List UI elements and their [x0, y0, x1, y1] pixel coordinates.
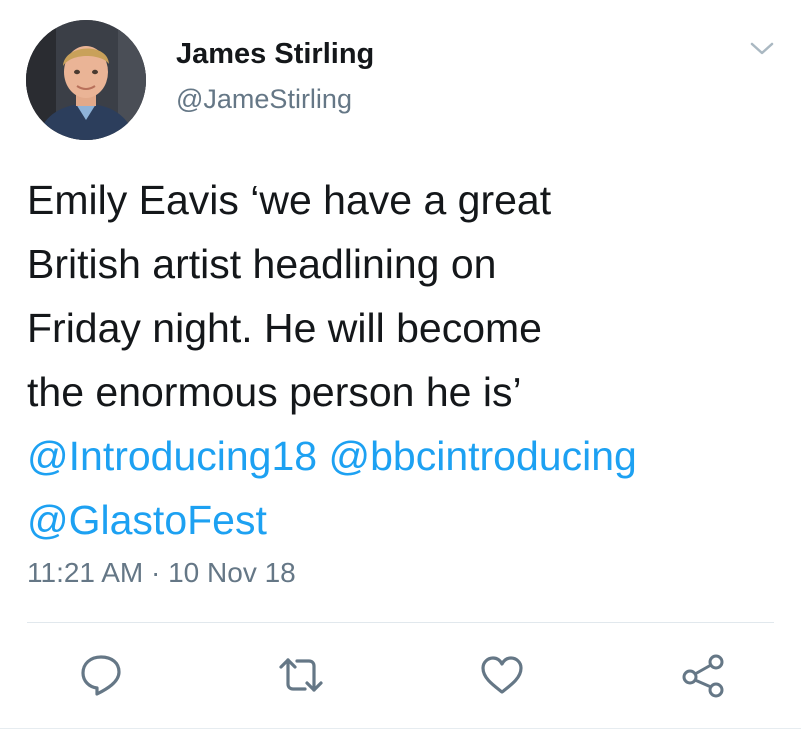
share-icon — [682, 654, 724, 698]
tweet-mentions-line: @Introducing18 @bbcintroducing — [27, 424, 777, 488]
tweet-timestamp[interactable]: 11:21 AM · 10 Nov 18 — [27, 557, 296, 589]
divider — [0, 728, 801, 729]
display-name[interactable]: James Stirling — [176, 38, 374, 71]
reply-button[interactable] — [77, 651, 125, 699]
tweet-text: Emily Eavis ‘we have a great British art… — [27, 168, 777, 552]
retweet-button[interactable] — [277, 651, 325, 699]
share-button[interactable] — [679, 651, 727, 699]
tweet-text-line: the enormous person he is’ — [27, 369, 522, 415]
chevron-down-icon[interactable] — [748, 36, 776, 60]
mention-bbcintroducing[interactable]: @bbcintroducing — [329, 433, 637, 479]
tweet-mentions-line: @GlastoFest — [27, 488, 777, 552]
tweet-card: James Stirling @JameStirling Emily Eavis… — [0, 0, 801, 750]
user-handle[interactable]: @JameStirling — [176, 84, 352, 115]
divider — [27, 622, 774, 623]
avatar-photo — [26, 20, 146, 140]
reply-icon — [81, 655, 121, 696]
avatar[interactable] — [26, 20, 146, 140]
tweet-text-line: British artist headlining on — [27, 241, 497, 287]
tweet-text-line: Emily Eavis ‘we have a great — [27, 177, 552, 223]
mention-glastofest[interactable]: @GlastoFest — [27, 497, 267, 543]
heart-icon — [481, 656, 523, 694]
mention-introducing18[interactable]: @Introducing18 — [27, 433, 317, 479]
tweet-text-line: Friday night. He will become — [27, 305, 542, 351]
like-button[interactable] — [478, 651, 526, 699]
retweet-icon — [279, 658, 323, 692]
